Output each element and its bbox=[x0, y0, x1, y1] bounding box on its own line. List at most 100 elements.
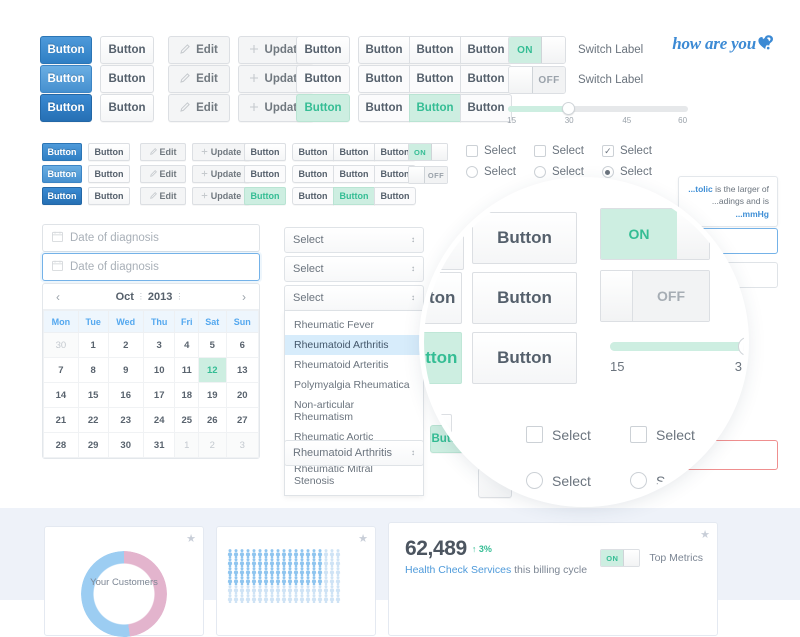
calendar-day[interactable]: 21 bbox=[43, 407, 79, 433]
month-stepper-icon[interactable]: ⋮ bbox=[137, 292, 145, 301]
slider-handle[interactable] bbox=[562, 102, 575, 115]
calendar-day[interactable]: 11 bbox=[174, 357, 199, 383]
calendar-day[interactable]: 31 bbox=[142, 432, 176, 458]
magnified-slider-track[interactable] bbox=[610, 337, 744, 356]
calendar-day[interactable]: 1 bbox=[77, 332, 109, 358]
magnified-button-3[interactable]: Button bbox=[472, 332, 577, 384]
select-2[interactable]: Select ↕ bbox=[284, 256, 424, 282]
calendar-day[interactable]: 18 bbox=[174, 382, 199, 408]
magnified-checkbox-1[interactable]: Select bbox=[526, 426, 591, 443]
radio-icon[interactable] bbox=[533, 166, 546, 178]
calendar-day-selected[interactable]: 12 bbox=[197, 357, 227, 383]
year-stepper-icon[interactable]: ⋮ bbox=[175, 292, 183, 301]
select-option[interactable]: Polymyalgia Rheumatica bbox=[285, 375, 423, 395]
calendar-day-muted[interactable]: 2 bbox=[197, 432, 227, 458]
select-option[interactable]: Rheumatoid Arteritis bbox=[285, 355, 423, 375]
calendar-day[interactable]: 20 bbox=[225, 382, 260, 408]
magnified-button-partial-1[interactable] bbox=[424, 224, 464, 270]
group-button-3[interactable]: Button bbox=[460, 36, 512, 64]
radio-icon[interactable] bbox=[466, 166, 478, 178]
calendar-day[interactable]: 26 bbox=[197, 407, 227, 433]
standalone-button[interactable]: Button bbox=[296, 36, 350, 64]
group-button-1[interactable]: Button bbox=[292, 165, 334, 183]
group-button-2-selected[interactable]: Button bbox=[409, 94, 461, 122]
calendar-day[interactable]: 22 bbox=[77, 407, 109, 433]
toggle-switch-off[interactable]: OFF bbox=[508, 66, 566, 94]
favorite-star-icon[interactable]: ★ bbox=[186, 532, 196, 545]
slider-track[interactable] bbox=[508, 102, 688, 115]
range-slider[interactable]: 15 30 45 60 bbox=[507, 102, 688, 130]
primary-button-small[interactable]: Button bbox=[42, 143, 82, 161]
standalone-button-small-hover[interactable]: Button bbox=[244, 165, 286, 183]
update-button-small-active[interactable]: Update bbox=[192, 187, 250, 205]
calendar-day[interactable]: 27 bbox=[225, 407, 260, 433]
edit-button-active[interactable]: Edit bbox=[168, 94, 230, 122]
calendar-next-month-button[interactable]: › bbox=[233, 290, 255, 304]
calendar-day-muted[interactable]: 30 bbox=[43, 332, 79, 358]
group-button-1[interactable]: Button bbox=[358, 36, 410, 64]
edit-button-hover[interactable]: Edit bbox=[168, 65, 230, 93]
top-metrics-toggle[interactable]: ON bbox=[600, 549, 641, 567]
default-button-hover[interactable]: Button bbox=[100, 65, 154, 93]
primary-button-small-hover[interactable]: Button bbox=[42, 165, 82, 183]
group-button-3[interactable]: Button bbox=[460, 94, 512, 122]
favorite-star-icon[interactable]: ★ bbox=[700, 528, 710, 541]
calendar-day[interactable]: 28 bbox=[43, 432, 79, 458]
favorite-star-icon[interactable]: ★ bbox=[358, 532, 368, 545]
calendar-day[interactable]: 4 bbox=[174, 332, 199, 358]
calendar-prev-month-button[interactable]: ‹ bbox=[47, 290, 69, 304]
calendar-day[interactable]: 7 bbox=[43, 357, 79, 383]
calendar-day[interactable]: 25 bbox=[174, 407, 199, 433]
calendar-day[interactable]: 16 bbox=[107, 382, 144, 408]
edit-button-small[interactable]: Edit bbox=[140, 143, 186, 161]
magnified-radio-1[interactable]: Select bbox=[526, 472, 591, 489]
toggle-switch-small-off[interactable]: OFF bbox=[408, 166, 448, 184]
toggle-switch-on[interactable]: ON bbox=[508, 36, 566, 64]
checkbox-option-3-checked[interactable]: Select bbox=[601, 145, 652, 157]
default-button-small[interactable]: Button bbox=[88, 143, 130, 161]
calendar-year[interactable]: 2013 bbox=[148, 291, 172, 303]
edit-button[interactable]: Edit bbox=[168, 36, 230, 64]
magnified-button-1[interactable]: Button bbox=[472, 212, 577, 264]
toggle-switch-small-on[interactable]: ON bbox=[408, 143, 448, 161]
calendar-day[interactable]: 17 bbox=[142, 382, 176, 408]
group-button-2[interactable]: Button bbox=[333, 165, 375, 183]
metric-link[interactable]: Health Check Services bbox=[405, 564, 511, 576]
magnified-toggle-on[interactable]: ON bbox=[600, 208, 710, 260]
calendar-day[interactable]: 30 bbox=[107, 432, 144, 458]
calendar-day[interactable]: 13 bbox=[225, 357, 260, 383]
standalone-button-selected[interactable]: Button bbox=[296, 94, 350, 122]
calendar-day[interactable]: 23 bbox=[107, 407, 144, 433]
edit-button-small-hover[interactable]: Edit bbox=[140, 165, 186, 183]
select-option[interactable]: Rheumatic Fever bbox=[285, 315, 423, 335]
primary-button-hover[interactable]: Button bbox=[40, 65, 92, 93]
calendar-day[interactable]: 5 bbox=[197, 332, 227, 358]
magnified-checkbox-2[interactable]: Select bbox=[630, 426, 695, 443]
standalone-button-small-selected[interactable]: Button bbox=[244, 187, 286, 205]
group-button-2[interactable]: Button bbox=[409, 65, 461, 93]
calendar-month[interactable]: Oct bbox=[116, 291, 134, 303]
radio-option-1[interactable]: Select bbox=[466, 166, 516, 178]
standalone-button-hover[interactable]: Button bbox=[296, 65, 350, 93]
radio-checked-icon[interactable] bbox=[601, 166, 614, 178]
date-field-1[interactable]: Date of diagnosis bbox=[42, 224, 260, 252]
group-button-3[interactable]: Button bbox=[460, 65, 512, 93]
calendar-day[interactable]: 19 bbox=[197, 382, 227, 408]
checkbox-option-1[interactable]: Select bbox=[466, 145, 516, 157]
magnified-radio-2[interactable]: Select bbox=[630, 472, 695, 489]
group-button-1[interactable]: Button bbox=[292, 143, 334, 161]
calendar-day[interactable]: 6 bbox=[225, 332, 260, 358]
default-button-active[interactable]: Button bbox=[100, 94, 154, 122]
magnified-slider-handle[interactable] bbox=[737, 337, 744, 356]
group-button-1[interactable]: Button bbox=[292, 187, 334, 205]
calendar-day[interactable]: 14 bbox=[43, 382, 79, 408]
radio-option-3-checked[interactable]: Select bbox=[601, 166, 652, 178]
calendar-day[interactable]: 24 bbox=[142, 407, 176, 433]
group-button-3[interactable]: Button bbox=[374, 187, 416, 205]
magnified-checkbox-icon[interactable] bbox=[630, 426, 647, 443]
select-1[interactable]: Select ↕ bbox=[284, 227, 424, 253]
calendar-day[interactable]: 15 bbox=[77, 382, 109, 408]
primary-button-small-active[interactable]: Button bbox=[42, 187, 82, 205]
default-button-small-active[interactable]: Button bbox=[88, 187, 130, 205]
calendar-day-muted[interactable]: 3 bbox=[225, 432, 260, 458]
